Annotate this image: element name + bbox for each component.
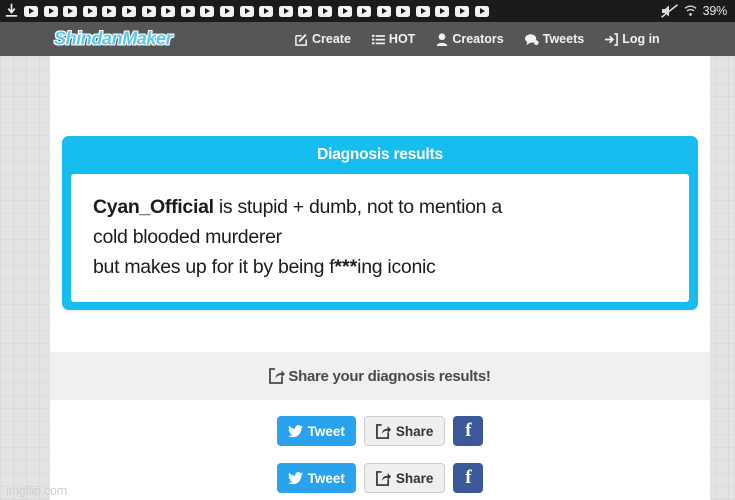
tweet-button-label: Tweet [307, 423, 345, 439]
video-play-notification-icon [102, 5, 117, 17]
sign-in-icon [605, 32, 619, 46]
video-play-notification-icon [259, 5, 274, 17]
android-status-bar: 39% [0, 0, 735, 22]
result-line-3: but makes up for it by being f***ing ico… [93, 252, 667, 282]
result-line-3-prefix: but makes up for it by being f [93, 256, 335, 278]
video-play-notification-icon [474, 5, 489, 17]
nav-item-hot[interactable]: HOT [371, 32, 416, 46]
video-play-notification-icon [376, 5, 391, 17]
wifi-icon [684, 5, 697, 16]
video-play-notification-icon [455, 5, 470, 17]
share-button[interactable]: Share [363, 463, 446, 493]
chat-bubble-icon [524, 33, 539, 45]
nav-item-login[interactable]: Log in [605, 32, 660, 46]
share-icon [269, 368, 286, 384]
tweet-button-label: Tweet [307, 470, 345, 486]
download-icon [5, 3, 18, 17]
video-play-notification-icon [298, 5, 313, 17]
pencil-square-icon [295, 33, 307, 46]
video-play-notification-icon [161, 5, 176, 17]
nav-item-login-label: Log in [622, 32, 660, 46]
nav-item-creators-label: Creators [452, 32, 504, 46]
video-play-notification-icon [337, 5, 352, 17]
video-play-notification-icon [141, 5, 156, 17]
result-line-1-rest: is stupid + dumb, not to mention a [213, 196, 502, 218]
tweet-button[interactable]: Tweet [276, 416, 356, 446]
share-icon [375, 423, 391, 439]
nav-item-create[interactable]: Create [295, 32, 351, 46]
nav-item-tweets-label: Tweets [542, 32, 585, 46]
share-button-label: Share [395, 423, 434, 439]
video-play-notification-icon [317, 5, 332, 17]
video-play-notification-icon [219, 5, 234, 17]
video-play-notification-icon [180, 5, 195, 17]
share-icon [375, 470, 391, 486]
tweet-button[interactable]: Tweet [276, 463, 356, 493]
nav-item-creators[interactable]: Creators [436, 32, 504, 46]
diagnosis-result-title: Diagnosis results [317, 146, 443, 163]
diagnosis-result-card: Diagnosis results Cyan_Official is stupi… [62, 136, 698, 310]
facebook-button[interactable]: f [453, 416, 484, 446]
navbar-links: Create HOT Creators Tweets Log in [295, 22, 660, 56]
result-line-1: Cyan_Official is stupid + dumb, not to m… [93, 192, 667, 222]
share-results-bar[interactable]: Share your diagnosis results! [50, 352, 710, 400]
video-play-notification-icon [63, 5, 78, 17]
video-play-notification-icon [43, 5, 58, 17]
status-bar-notifications [3, 0, 661, 22]
page-content: Diagnosis results Cyan_Official is stupi… [50, 56, 710, 500]
nav-item-tweets[interactable]: Tweets [524, 32, 585, 46]
nav-item-create-label: Create [312, 32, 351, 46]
facebook-icon: f [465, 420, 472, 441]
battery-percent-label: 39% [702, 4, 728, 18]
share-button[interactable]: Share [363, 416, 446, 446]
share-button-row-1: Tweet Share f [50, 416, 710, 446]
share-button-label: Share [395, 470, 434, 486]
result-line-3-suffix: ing iconic [357, 256, 436, 278]
diagnosis-result-body: Cyan_Official is stupid + dumb, not to m… [71, 174, 689, 302]
volume-muted-icon [660, 4, 678, 18]
page-background: Diagnosis results Cyan_Official is stupi… [0, 56, 735, 500]
share-button-row-2: Tweet Share f [50, 463, 710, 493]
video-play-notification-icon [82, 5, 97, 17]
facebook-icon: f [465, 467, 472, 488]
list-icon [371, 34, 385, 44]
video-play-notification-icon [200, 5, 215, 17]
video-play-notification-icon [396, 5, 411, 17]
facebook-button[interactable]: f [453, 463, 484, 493]
censored-text: *** [334, 256, 358, 278]
share-results-label: Share your diagnosis results! [288, 367, 491, 385]
twitter-bird-icon [287, 471, 303, 484]
video-play-notification-icon [435, 5, 450, 17]
screen: 39% ShindanMaker Create HOT Creators Twe… [0, 0, 735, 500]
twitter-bird-icon [287, 424, 303, 437]
video-play-notification-icon [415, 5, 430, 17]
status-bar-system-icons: 39% [660, 0, 729, 22]
result-subject-name: Cyan_Official [93, 196, 214, 218]
nav-item-hot-label: HOT [388, 32, 416, 46]
video-play-notification-icon [239, 5, 254, 17]
result-line-2: cold blooded murderer [93, 226, 282, 248]
site-navbar: ShindanMaker Create HOT Creators Tweets … [0, 22, 735, 56]
shindanmaker-logo[interactable]: ShindanMaker [54, 29, 173, 50]
video-play-notification-icon [357, 5, 372, 17]
video-play-notification-icon [24, 5, 38, 17]
imgflip-watermark: imgflip.com [6, 484, 68, 498]
user-icon [437, 32, 448, 46]
video-play-notification-icon [278, 5, 293, 17]
video-play-notification-icon [121, 5, 136, 17]
